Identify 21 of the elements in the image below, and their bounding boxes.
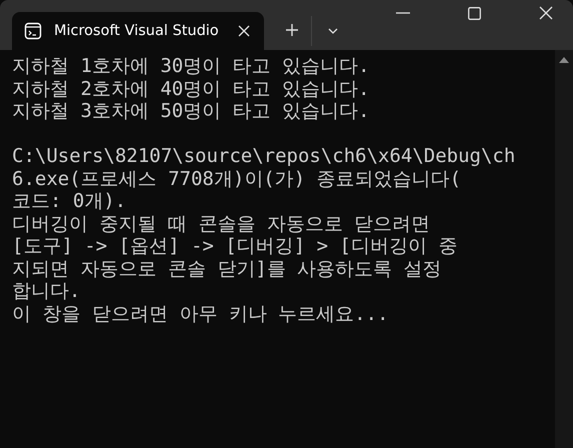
minimize-icon[interactable] [396, 12, 410, 14]
console-line: 지하철 2호차에 40명이 타고 있습니다. [12, 78, 370, 100]
scrollbar[interactable] [555, 50, 573, 448]
console-line: 합니다. [12, 280, 80, 302]
console-line: 6.exe(프로세스 7708개)이(가) 종료되었습니다( [12, 168, 462, 190]
console-line: 지하철 3호차에 50명이 타고 있습니다. [12, 100, 370, 122]
scroll-up-icon[interactable] [559, 56, 569, 63]
console-line: C:\Users\82107\source\repos\ch6\x64\Debug\ch [12, 145, 516, 168]
console-line: 코드: 0개). [12, 190, 126, 212]
console-line: 이 창을 닫으려면 아무 키나 누르세요... [12, 302, 389, 325]
console-line: 지하철 1호차에 30명이 타고 있습니다. [12, 55, 370, 78]
console-line: 디버깅이 중지될 때 콘솔을 자동으로 닫으려면 [12, 212, 430, 235]
console-line: [도구] -> [옵션] -> [디버깅] > [디버깅이 중 [12, 235, 458, 258]
new-tab-icon[interactable] [285, 23, 299, 37]
close-icon[interactable] [539, 6, 553, 20]
console-line: 지되면 자동으로 콘솔 닫기]를 사용하도록 설정 [12, 258, 442, 280]
maximize-icon[interactable] [468, 6, 481, 20]
dropdown-caret-icon[interactable] [327, 27, 339, 35]
close-tab-icon[interactable] [238, 25, 250, 37]
terminal-icon [24, 22, 42, 40]
terminal-tab[interactable]: Microsoft Visual Studio [12, 12, 264, 50]
